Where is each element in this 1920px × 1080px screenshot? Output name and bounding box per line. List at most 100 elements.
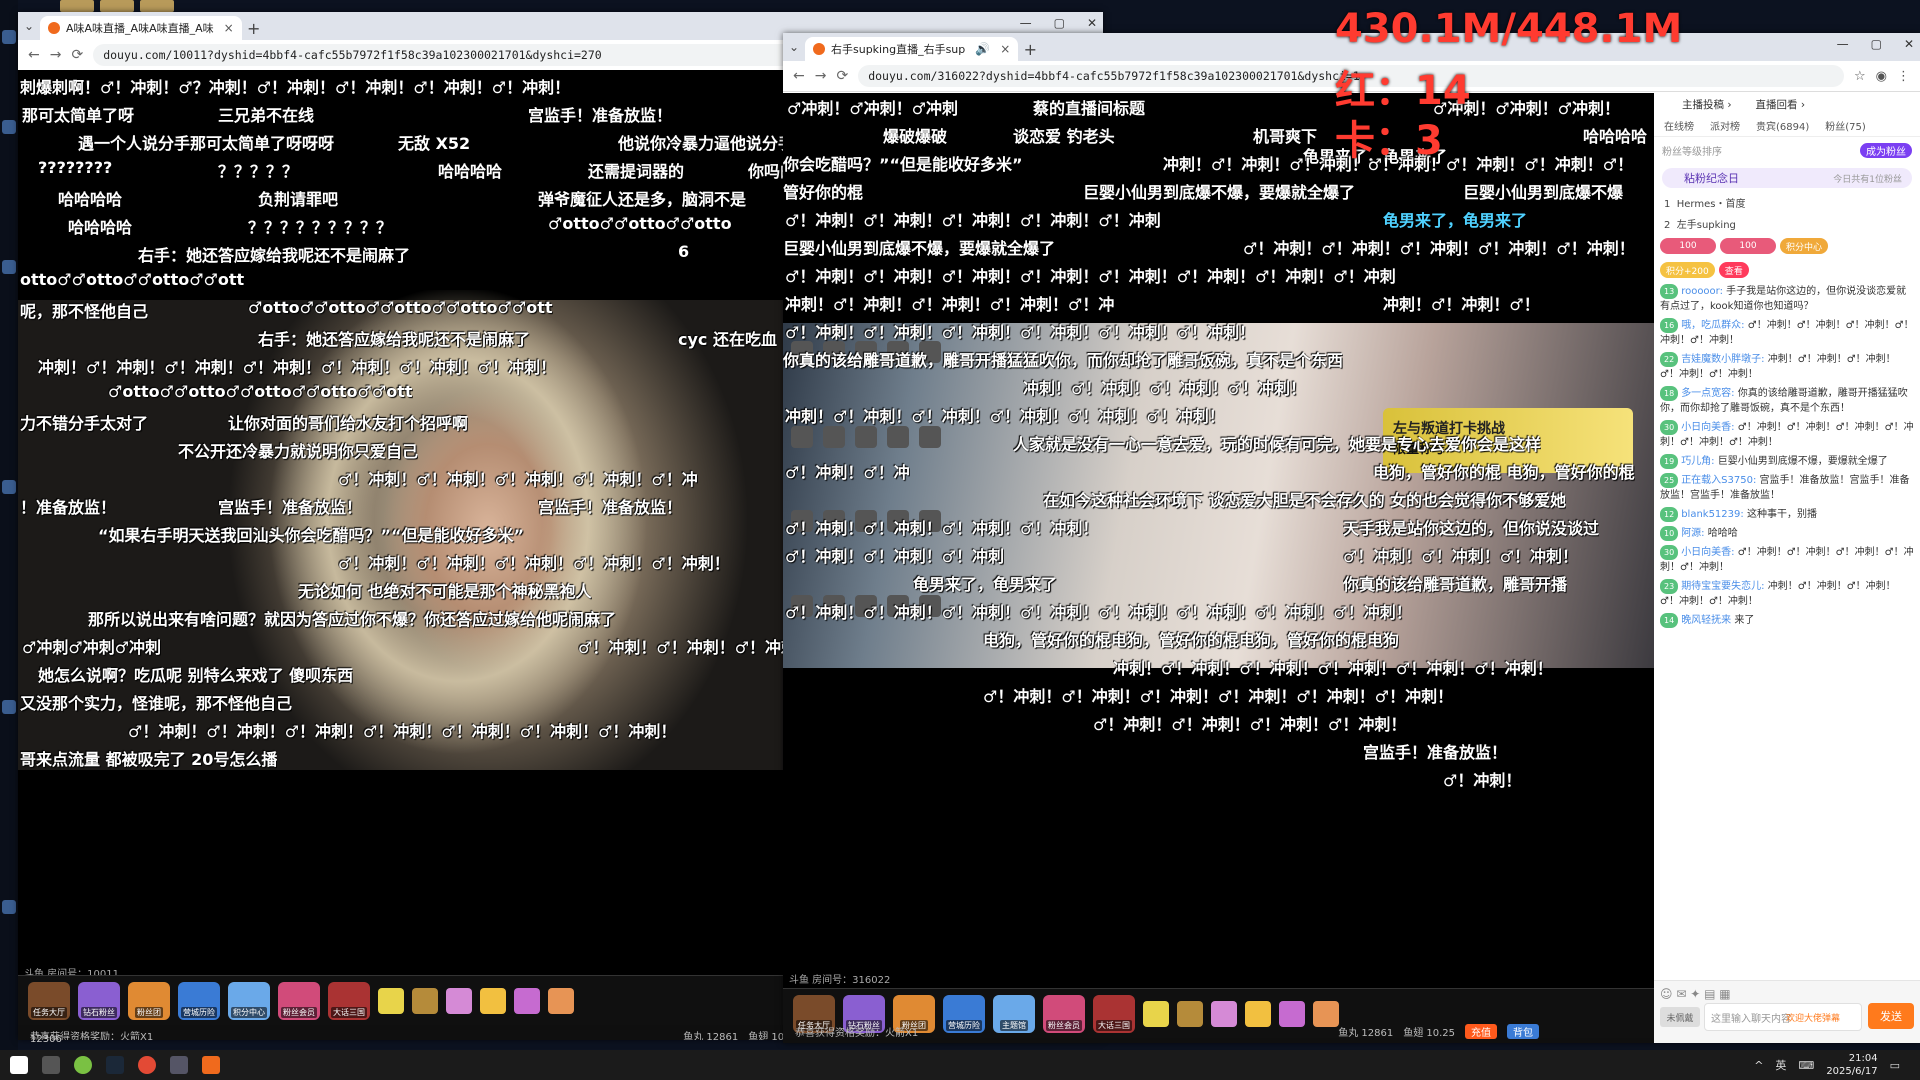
bag-button[interactable]: 背包 — [1507, 1023, 1540, 1039]
chat-nickname[interactable]: 晚风轻抚来 — [1681, 615, 1731, 626]
gift-adventure[interactable]: 营城历险 — [178, 982, 220, 1020]
back-icon[interactable]: ← — [793, 68, 805, 84]
clock[interactable]: 21:04 2025/6/17 — [1826, 1052, 1877, 1078]
desktop-app-icon[interactable] — [2, 120, 16, 134]
right-recharge-button[interactable]: 充值 — [1465, 1023, 1498, 1039]
gift-item[interactable] — [446, 988, 472, 1014]
reload-icon[interactable]: ⟳ — [836, 68, 848, 84]
maximize-icon[interactable]: ▢ — [1054, 16, 1065, 30]
profile-icon[interactable]: ◉ — [1876, 69, 1887, 84]
speaker-icon[interactable]: 🔊 — [975, 42, 990, 56]
app-taskbar-icon[interactable] — [74, 1056, 92, 1074]
gift-item[interactable] — [548, 988, 574, 1014]
chat-nickname[interactable]: 正在载入S3750: — [1681, 475, 1756, 486]
chat-message[interactable]: 22 吉娃魔数小胖墩子: 冲刺！♂！冲刺！♂！冲刺！♂！冲刺！♂！冲刺！ — [1660, 352, 1914, 382]
gift-item[interactable] — [378, 988, 404, 1014]
rank-item-1[interactable]: 1 Hermes・首度 — [1654, 192, 1920, 213]
chat-message[interactable]: 30 小日向美香: ♂！冲刺！♂！冲刺！♂！冲刺！♂！冲刺！♂！冲刺！ — [1660, 545, 1914, 575]
desktop-app-icon[interactable] — [2, 260, 16, 274]
desktop-app-icon[interactable] — [2, 30, 16, 44]
chrome-icon[interactable] — [138, 1056, 156, 1074]
replay-link[interactable]: 直播回看 › — [1756, 97, 1806, 112]
minimize-icon[interactable]: — — [1837, 37, 1849, 51]
tab-search-icon[interactable]: ⌄ — [783, 33, 805, 61]
gift-item[interactable] — [412, 988, 438, 1014]
chat-nickname[interactable]: rooooor: — [1681, 286, 1723, 297]
reload-icon[interactable]: ⟳ — [71, 47, 83, 63]
hot-chip[interactable]: 100 — [1720, 238, 1776, 254]
chat-message[interactable]: 19 巧儿角: 巨婴小仙男到底爆不爆，要爆就全爆了 — [1660, 454, 1914, 469]
fan-badge-toggle[interactable]: 未佩戴 — [1660, 1007, 1700, 1027]
chat-nickname[interactable]: 吉娃魔数小胖墩子: — [1681, 354, 1764, 365]
chat-message[interactable]: 12 blank51239: 这种事干，别播 — [1660, 507, 1914, 522]
tab-vip[interactable]: 贵宾(6894) — [1756, 118, 1809, 133]
tab-party-rank[interactable]: 派对榜 — [1710, 118, 1740, 133]
chat-message[interactable]: 14 晚风轻抚来 来了 — [1660, 613, 1914, 628]
chat-nickname[interactable]: blank51239: — [1681, 509, 1744, 520]
desktop-app-icon[interactable] — [2, 700, 16, 714]
app-taskbar-icon[interactable] — [202, 1056, 220, 1074]
chat-nickname[interactable]: 阿源: — [1681, 528, 1704, 539]
close-tab-icon[interactable]: × — [224, 21, 234, 35]
tab-search-icon[interactable]: ⌄ — [18, 12, 40, 40]
gift-three-kingdoms[interactable]: 大话三国 — [328, 982, 370, 1020]
chat-message[interactable]: 30 小日向美香: ♂！冲刺！♂！冲刺！♂！冲刺！♂！冲刺！♂！冲刺！♂！冲刺！ — [1660, 420, 1914, 450]
chat-nickname[interactable]: 小日向美香: — [1681, 422, 1734, 433]
gift-item[interactable] — [480, 988, 506, 1014]
forward-icon[interactable]: → — [50, 47, 62, 63]
score-center-button[interactable]: 积分中心 — [1780, 238, 1829, 254]
chat-message[interactable]: 13 rooooor: 手子我是站你这边的，但你说没谈恋爱就有点过了，kook知道… — [1660, 284, 1914, 314]
close-window-icon[interactable]: ✕ — [1087, 16, 1097, 30]
chat-message[interactable]: 18 多一点宽容: 你真的该给雕哥道歉，雕哥开播猛猛吹你，而你却抢了雕哥饭碗，真不… — [1660, 386, 1914, 416]
minimize-icon[interactable]: — — [1020, 16, 1032, 30]
desktop-app-icon[interactable] — [2, 480, 16, 494]
chat-message[interactable]: 16 哦，吃瓜群众: ♂！冲刺！♂！冲刺！♂！冲刺！♂！冲刺！♂！冲刺！ — [1660, 318, 1914, 348]
ime-indicator[interactable]: 英 — [1775, 1057, 1786, 1073]
desktop-app-icon[interactable] — [2, 900, 16, 914]
left-active-tab[interactable]: A味A味直播_A味A味直播_A味 × — [40, 16, 242, 40]
chat-nickname[interactable]: 多一点宽容: — [1681, 388, 1734, 399]
gift-diamond-fans[interactable]: 钻石粉丝 — [78, 982, 120, 1020]
chat-nickname[interactable]: 巧儿角: — [1681, 456, 1714, 467]
menu-kebab-icon[interactable]: ⋮ — [1897, 69, 1910, 84]
gift-fan-club[interactable]: 粉丝团 — [128, 982, 170, 1020]
right-active-tab[interactable]: 右手supking直播_右手sup 🔊 × — [805, 37, 1019, 61]
close-window-icon[interactable]: ✕ — [1904, 37, 1914, 51]
chat-message[interactable]: 10 阿源: 哈哈哈 — [1660, 526, 1914, 541]
chat-nickname[interactable]: 期待宝宝要失恋儿: — [1681, 581, 1764, 592]
gift-item[interactable] — [514, 988, 540, 1014]
maximize-icon[interactable]: ▢ — [1871, 37, 1882, 51]
close-tab-icon[interactable]: × — [1000, 42, 1010, 56]
become-fan-button[interactable]: 成为粉丝 — [1860, 143, 1912, 158]
rank-item-2[interactable]: 2 左手supking — [1654, 213, 1920, 234]
new-tab-icon[interactable]: + — [1018, 37, 1042, 61]
gift-task-hall[interactable]: 任务大厅 — [28, 982, 70, 1020]
gift-fan-member[interactable]: 粉丝会员 — [278, 982, 320, 1020]
hot-chip[interactable]: 100 — [1660, 238, 1716, 254]
task-view-icon[interactable] — [42, 1056, 60, 1074]
tab-fans[interactable]: 粉丝(75) — [1825, 118, 1866, 133]
left-video-stage[interactable]: 刺爆刺啊！♂！冲刺！♂？冲刺！♂！冲刺！♂！冲刺！♂！冲刺！♂！冲刺！ 那可太简单… — [18, 70, 783, 975]
back-icon[interactable]: ← — [28, 47, 40, 63]
fan-anniversary-banner[interactable]: 粘粉纪念日 今日共有1位粉丝 — [1662, 168, 1912, 188]
keyboard-icon[interactable]: ⌨ — [1798, 1059, 1814, 1072]
emoji-toolbar-icons[interactable]: ☺ ✉ ✦ ▤ ▦ — [1660, 987, 1731, 1001]
start-icon[interactable] — [10, 1056, 28, 1074]
forward-icon[interactable]: → — [815, 68, 827, 84]
tray-chevron-icon[interactable]: ^ — [1754, 1059, 1763, 1072]
chat-nickname[interactable]: 哦，吃瓜群众: — [1681, 320, 1744, 331]
anchor-submission-link[interactable]: 主播投稿 › — [1682, 97, 1732, 112]
bookmark-star-icon[interactable]: ☆ — [1854, 69, 1866, 84]
chat-message[interactable]: 23 期待宝宝要失恋儿: 冲刺！♂！冲刺！♂！冲刺！♂！冲刺！♂！冲刺！ — [1660, 579, 1914, 609]
new-tab-icon[interactable]: + — [242, 16, 266, 40]
app-taskbar-icon[interactable] — [170, 1056, 188, 1074]
chat-nickname[interactable]: 小日向美香: — [1681, 547, 1734, 558]
steam-icon[interactable] — [106, 1056, 124, 1074]
tab-online-rank[interactable]: 在线榜 — [1664, 118, 1694, 133]
notification-icon[interactable]: ▭ — [1890, 1059, 1900, 1072]
send-button[interactable]: 发送 — [1868, 1003, 1914, 1029]
gift-score-center[interactable]: 积分中心 — [228, 982, 270, 1020]
right-video-stage[interactable]: 左与叛道打卡挑战 限量称号 ♂冲刺！♂冲刺！♂冲刺 蔡的直播间标题 ♂冲刺！♂冲刺！… — [783, 93, 1654, 988]
view-button[interactable]: 查看 — [1718, 262, 1749, 278]
chat-message[interactable]: 25 正在载入S3750: 宫监手！准备放监！宫监手！准备放监！宫监手！准备放监！ — [1660, 473, 1914, 503]
